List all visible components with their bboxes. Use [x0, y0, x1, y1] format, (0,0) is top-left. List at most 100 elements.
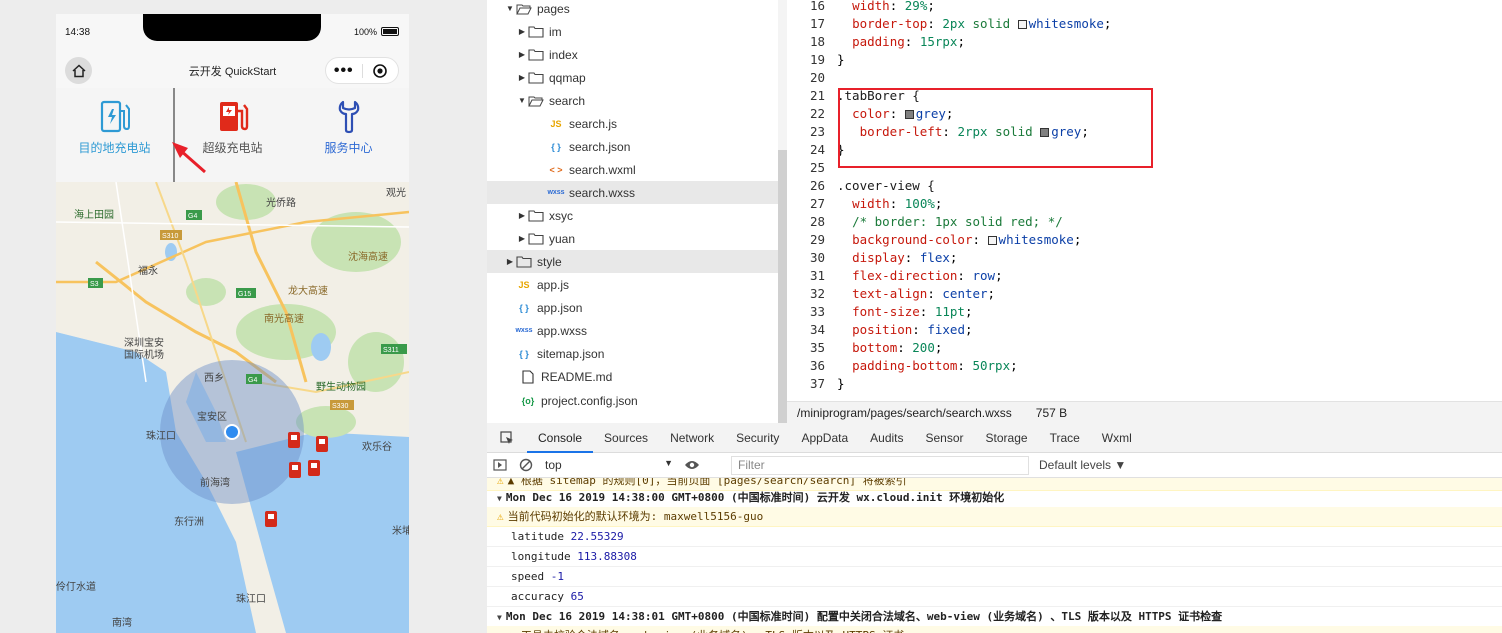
console-message: ⚠ ▲ 工具未校验合法域名、web-view (业务域名) 、TLS 版本以及 H…	[487, 626, 1502, 633]
console-group-text: Mon Dec 16 2019 14:38:01 GMT+0800 (中国标准时…	[505, 610, 1223, 623]
file-tree-item[interactable]: ▼ pages	[487, 0, 778, 20]
code-token: font-size	[852, 304, 920, 319]
file-tree-item[interactable]: ▶ yuan	[487, 227, 778, 250]
code-text: padding-bottom: 50rpx;	[837, 357, 1018, 375]
file-tree-item[interactable]: ▶ xsyc	[487, 204, 778, 227]
tab-security[interactable]: Security	[725, 423, 790, 453]
code-token: ;	[995, 268, 1003, 283]
code-token: ;	[934, 340, 943, 355]
config-file-icon: {o}	[521, 395, 535, 406]
code-token: border-top	[852, 16, 928, 31]
wxss-file-icon: wxss	[515, 327, 533, 334]
file-tree-item[interactable]: ▼ search	[487, 89, 778, 112]
context-selector[interactable]: top ▼	[545, 458, 679, 472]
code-token: whitesmoke	[998, 232, 1074, 247]
log-levels-dropdown[interactable]: Default levels ▼	[1039, 458, 1126, 472]
folder-icon	[527, 95, 545, 107]
file-tree-item[interactable]: {o} project.config.json	[487, 389, 778, 412]
log-value: 65	[570, 590, 584, 603]
file-tree-label: im	[549, 24, 562, 39]
file-tree-item[interactable]: JS app.js	[487, 273, 778, 296]
log-value: 22.55329	[570, 530, 624, 543]
file-tree-item[interactable]: wxss app.wxss	[487, 319, 778, 342]
expand-group-icon[interactable]: ▼	[497, 489, 502, 509]
code-token: ;	[964, 322, 973, 337]
file-tree-item[interactable]: { } search.json	[487, 135, 778, 158]
folder-icon	[527, 232, 545, 245]
code-token: padding	[852, 34, 905, 49]
file-tree-item[interactable]: README.md	[487, 365, 778, 388]
wxss-file-icon: wxss	[547, 189, 565, 196]
annotation-highlight-box	[838, 88, 1153, 168]
file-tree-item[interactable]: ▶ im	[487, 20, 778, 43]
code-text: font-size: 11pt;	[837, 303, 972, 321]
file-tree-item[interactable]: < > search.wxml	[487, 158, 778, 181]
tab-wxml[interactable]: Wxml	[1091, 423, 1143, 453]
file-tree-item[interactable]: ▶ index	[487, 43, 778, 66]
file-tree-label: index	[549, 47, 578, 62]
code-text: /* border: 1px solid red; */	[837, 213, 1063, 231]
file-tree-label: xsyc	[549, 208, 573, 223]
line-number: 24	[809, 142, 825, 157]
code-token: :	[889, 196, 905, 211]
file-tree-item[interactable]: wxss search.wxss	[487, 181, 778, 204]
file-tree-item[interactable]: { } sitemap.json	[487, 342, 778, 365]
code-token: position	[852, 322, 913, 337]
inspect-element-button[interactable]	[487, 423, 527, 453]
expand-group-icon[interactable]: ▼	[497, 608, 502, 628]
code-token: padding-bottom	[852, 358, 958, 373]
line-number: 16	[809, 0, 825, 13]
live-expression-button[interactable]	[679, 459, 705, 471]
log-value: -1	[550, 570, 564, 583]
line-number: 27	[809, 196, 825, 211]
scrollbar-thumb[interactable]	[778, 150, 787, 423]
chevron-right-icon: ▶	[518, 234, 526, 243]
code-text: text-align: center;	[837, 285, 995, 303]
code-token: 29%	[904, 0, 928, 13]
tab-audits[interactable]: Audits	[859, 423, 914, 453]
tab-sensor[interactable]: Sensor	[915, 423, 975, 453]
folder-icon	[515, 3, 533, 15]
console-text: ▲ 工具未校验合法域名、web-view (业务域名) 、TLS 版本以及 HT…	[508, 629, 905, 633]
line-number: 26	[809, 178, 825, 193]
file-tree-item[interactable]: { } app.json	[487, 296, 778, 319]
line-number: 31	[809, 268, 825, 283]
code-token: width	[852, 0, 890, 13]
log-key: accuracy	[511, 590, 564, 603]
clear-console-button[interactable]	[513, 458, 539, 472]
console-group-text: Mon Dec 16 2019 14:38:00 GMT+0800 (中国标准时…	[505, 491, 1005, 504]
toggle-sidebar-button[interactable]	[487, 459, 513, 471]
chevron-right-icon: ▶	[518, 27, 526, 36]
console-message: longitude 113.88308	[487, 547, 1502, 567]
tab-storage[interactable]: Storage	[975, 423, 1039, 453]
code-token: ;	[957, 34, 965, 49]
console-message[interactable]: ▼ Mon Dec 16 2019 14:38:00 GMT+0800 (中国标准…	[487, 488, 1502, 508]
eye-icon	[685, 461, 699, 469]
file-tree-label: pages	[537, 1, 570, 16]
file-tree-item[interactable]: JS search.js	[487, 112, 778, 135]
code-editor[interactable]: 16 width: 29%; 17 border-top: 2px solid w…	[787, 0, 1502, 401]
code-text: width: 29%;	[837, 0, 935, 15]
line-number: 29	[809, 232, 825, 247]
file-tree-item[interactable]: ▶ qqmap	[487, 66, 778, 89]
console-message[interactable]: ▼ Mon Dec 16 2019 14:38:01 GMT+0800 (中国标准…	[487, 607, 1502, 627]
code-token: :	[904, 250, 920, 265]
log-key: speed	[511, 570, 545, 583]
code-token: 11pt	[934, 304, 965, 319]
tab-network[interactable]: Network	[659, 423, 725, 453]
tab-sources[interactable]: Sources	[593, 423, 659, 453]
log-key: longitude	[511, 550, 571, 563]
tab-console[interactable]: Console	[527, 423, 594, 453]
tab-appdata[interactable]: AppData	[790, 423, 859, 453]
file-tree-label: app.js	[537, 277, 570, 292]
file-tree-item[interactable]: ▶ style	[487, 250, 778, 273]
code-text: display: flex;	[837, 249, 957, 267]
filter-input[interactable]: Filter	[731, 455, 1029, 475]
tab-trace[interactable]: Trace	[1039, 423, 1091, 453]
